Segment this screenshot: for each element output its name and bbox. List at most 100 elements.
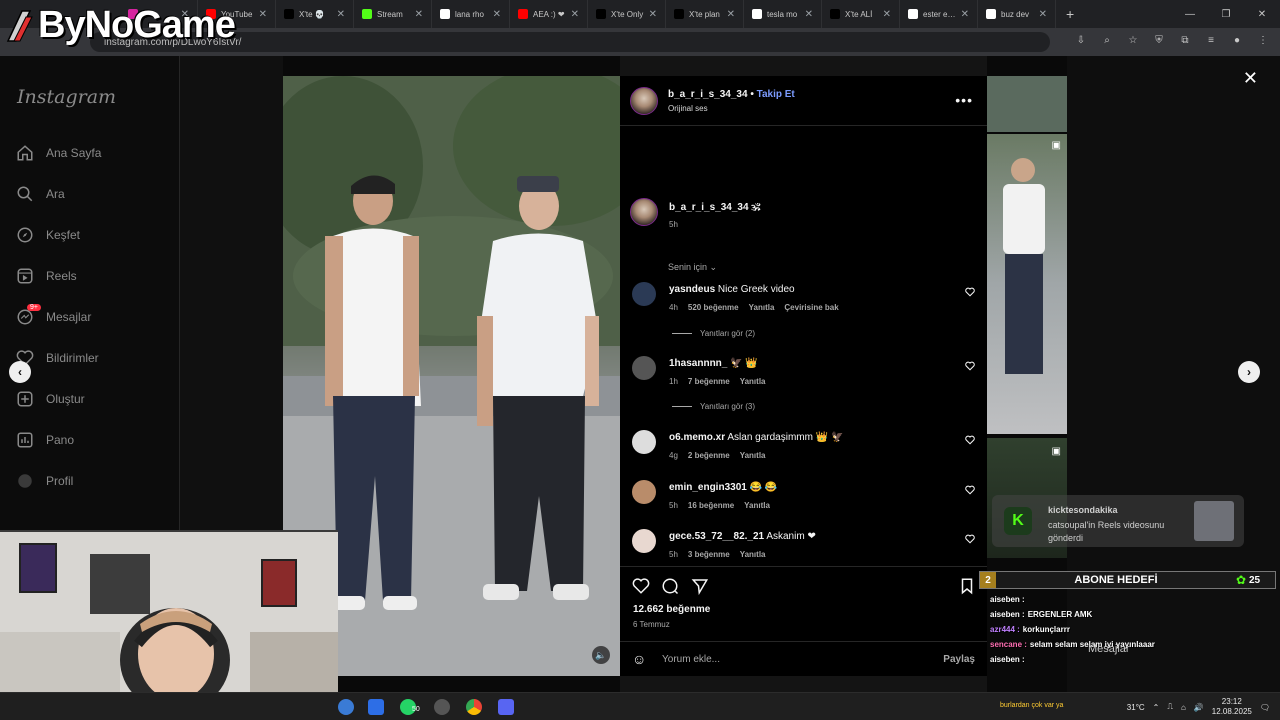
tab-close-icon[interactable]: ✕ — [571, 9, 579, 20]
reply-button[interactable]: Yanıtla — [744, 501, 770, 510]
tab-close-icon[interactable]: ✕ — [961, 9, 969, 20]
browser-tab[interactable]: ester exp ✕ — [900, 0, 978, 28]
tab-close-icon[interactable]: ✕ — [493, 9, 501, 20]
browser-tab[interactable]: buz dev ✕ — [978, 0, 1056, 28]
like-heart-icon[interactable] — [632, 577, 650, 595]
install-icon[interactable]: ⇩ — [1074, 33, 1088, 47]
commenter-avatar[interactable] — [632, 282, 656, 306]
author-username[interactable]: b_a_r_i_s_34_34 — [668, 89, 748, 100]
emoji-icon[interactable]: ☺ — [632, 651, 646, 667]
reply-button[interactable]: Yanıtla — [740, 451, 766, 460]
commenter-avatar[interactable] — [632, 356, 656, 380]
comments-list[interactable]: b_a_r_i_s_34_34 🕉 5h Senin için ⌄ yasnde… — [620, 126, 987, 566]
comment-like-heart-icon[interactable] — [965, 534, 975, 544]
browser-tab[interactable]: lana rho ✕ — [432, 0, 510, 28]
browser-tab[interactable]: Stream ✕ — [354, 0, 432, 28]
tab-close-icon[interactable]: ✕ — [727, 9, 735, 20]
more-options-icon[interactable]: ••• — [955, 92, 973, 108]
thumb-2[interactable]: ▣ — [987, 134, 1067, 434]
network-icon[interactable]: ⌂ — [1181, 703, 1186, 712]
clock[interactable]: 23:12 12.08.2025 — [1212, 697, 1252, 717]
comment-like-count[interactable]: 3 beğenme — [688, 550, 730, 559]
thumb-1[interactable] — [987, 76, 1067, 132]
author-avatar[interactable] — [630, 87, 658, 115]
tab-close-icon[interactable]: ✕ — [805, 9, 813, 20]
prev-post-arrow-icon[interactable]: ‹ — [9, 361, 31, 383]
comment-like-heart-icon[interactable] — [965, 361, 975, 371]
reply-button[interactable]: Yanıtla — [749, 303, 775, 312]
browser-tab[interactable]: X'te plan ✕ — [666, 0, 744, 28]
sidebar-item-dashboard[interactable]: Pano — [16, 425, 166, 455]
shield-app-icon[interactable] — [368, 699, 384, 715]
commenter-username[interactable]: o6.memo.xr — [669, 432, 725, 443]
menu-kebab-icon[interactable]: ⋮ — [1256, 33, 1270, 47]
obs-icon[interactable] — [434, 699, 450, 715]
share-send-icon[interactable] — [691, 577, 709, 595]
tab-close-icon[interactable]: ✕ — [649, 9, 657, 20]
shield-icon[interactable]: ⛨ — [1152, 33, 1166, 47]
messages-overlay-label[interactable]: Mesajlar — [1088, 643, 1130, 655]
restore-icon[interactable]: ❐ — [1208, 0, 1244, 28]
discord-icon[interactable] — [498, 699, 514, 715]
post-comment-button[interactable]: Paylaş — [943, 654, 975, 665]
sidebar-item-home[interactable]: Ana Sayfa — [16, 138, 166, 168]
browser-tab[interactable]: tesla mo ✕ — [744, 0, 822, 28]
bookmark-star-icon[interactable]: ☆ — [1126, 33, 1140, 47]
caption-avatar[interactable] — [630, 198, 658, 226]
sidebar-item-search[interactable]: Ara — [16, 179, 166, 209]
weather-text[interactable]: 31°C — [1127, 703, 1145, 712]
view-replies-button[interactable]: Yanıtları gör (2) — [672, 329, 755, 338]
comment-like-count[interactable]: 520 beğenme — [688, 303, 739, 312]
chrome-icon[interactable] — [466, 699, 482, 715]
chevron-up-icon[interactable]: ⌃ — [1153, 703, 1160, 712]
next-post-arrow-icon[interactable]: › — [1238, 361, 1260, 383]
reply-button[interactable]: Yanıtla — [740, 550, 766, 559]
media-icon[interactable]: ≡ — [1204, 33, 1218, 47]
save-bookmark-icon[interactable] — [958, 577, 976, 595]
extension-icon[interactable]: ⧉ — [1178, 33, 1192, 47]
commenter-username[interactable]: yasndeus — [669, 284, 715, 295]
commenter-username[interactable]: emin_engin3301 — [669, 482, 747, 493]
comment-like-heart-icon[interactable] — [965, 287, 975, 297]
sidebar-item-plus[interactable]: Oluştur — [16, 384, 166, 414]
comment-input[interactable]: Yorum ekle... — [662, 654, 720, 665]
caption-username[interactable]: b_a_r_i_s_34_34 — [669, 202, 749, 213]
comment-icon[interactable] — [661, 577, 679, 595]
browser-tab[interactable]: AEA :) ❤ ✕ — [510, 0, 588, 28]
sidebar-item-messages[interactable]: 9+ Mesajlar — [16, 302, 166, 332]
comment-sort-dropdown[interactable]: Senin için ⌄ — [668, 262, 717, 273]
comment-like-count[interactable]: 16 beğenme — [688, 501, 734, 510]
tab-close-icon[interactable]: ✕ — [259, 9, 267, 20]
zoom-icon[interactable]: ⌕ — [1100, 33, 1114, 47]
like-count[interactable]: 12.662 beğenme — [633, 604, 710, 615]
instagram-logo[interactable]: Instagram — [17, 86, 116, 108]
tab-close-icon[interactable]: ✕ — [1039, 9, 1047, 20]
minimize-icon[interactable]: — — [1172, 0, 1208, 28]
browser-tab[interactable]: X'te 💀 ✕ — [276, 0, 354, 28]
translate-button[interactable]: Çevirisine bak — [784, 303, 838, 312]
comment-like-count[interactable]: 2 beğenme — [688, 451, 730, 460]
follow-button[interactable]: Takip Et — [757, 89, 795, 100]
comment-like-count[interactable]: 7 beğenme — [688, 377, 730, 386]
audio-label[interactable]: Orijinal ses — [668, 104, 708, 113]
sidebar-item-reels[interactable]: Reels — [16, 261, 166, 291]
view-replies-button[interactable]: Yanıtları gör (3) — [672, 402, 755, 411]
commenter-avatar[interactable] — [632, 480, 656, 504]
commenter-avatar[interactable] — [632, 529, 656, 553]
tab-close-icon[interactable]: ✕ — [415, 9, 423, 20]
tab-close-icon[interactable]: ✕ — [883, 9, 891, 20]
profile-avatar-icon[interactable]: ● — [1230, 33, 1244, 47]
mute-icon[interactable]: 🔈 — [592, 646, 610, 664]
reply-button[interactable]: Yanıtla — [740, 377, 766, 386]
usb-icon[interactable]: ⎍ — [1167, 702, 1173, 712]
sidebar-item-heart[interactable]: Bildirimler — [16, 343, 166, 373]
sidebar-item-compass[interactable]: Keşfet — [16, 220, 166, 250]
volume-icon[interactable]: 🔊 — [1194, 703, 1204, 712]
close-modal-icon[interactable]: ✕ — [1243, 68, 1258, 89]
commenter-username[interactable]: 1hasannnn_ — [669, 358, 727, 369]
chrome-canary-icon[interactable] — [338, 699, 354, 715]
browser-tab[interactable]: X'te Only ✕ — [588, 0, 666, 28]
tab-close-icon[interactable]: ✕ — [337, 9, 345, 20]
commenter-avatar[interactable] — [632, 430, 656, 454]
new-tab-button[interactable]: + — [1056, 6, 1084, 22]
